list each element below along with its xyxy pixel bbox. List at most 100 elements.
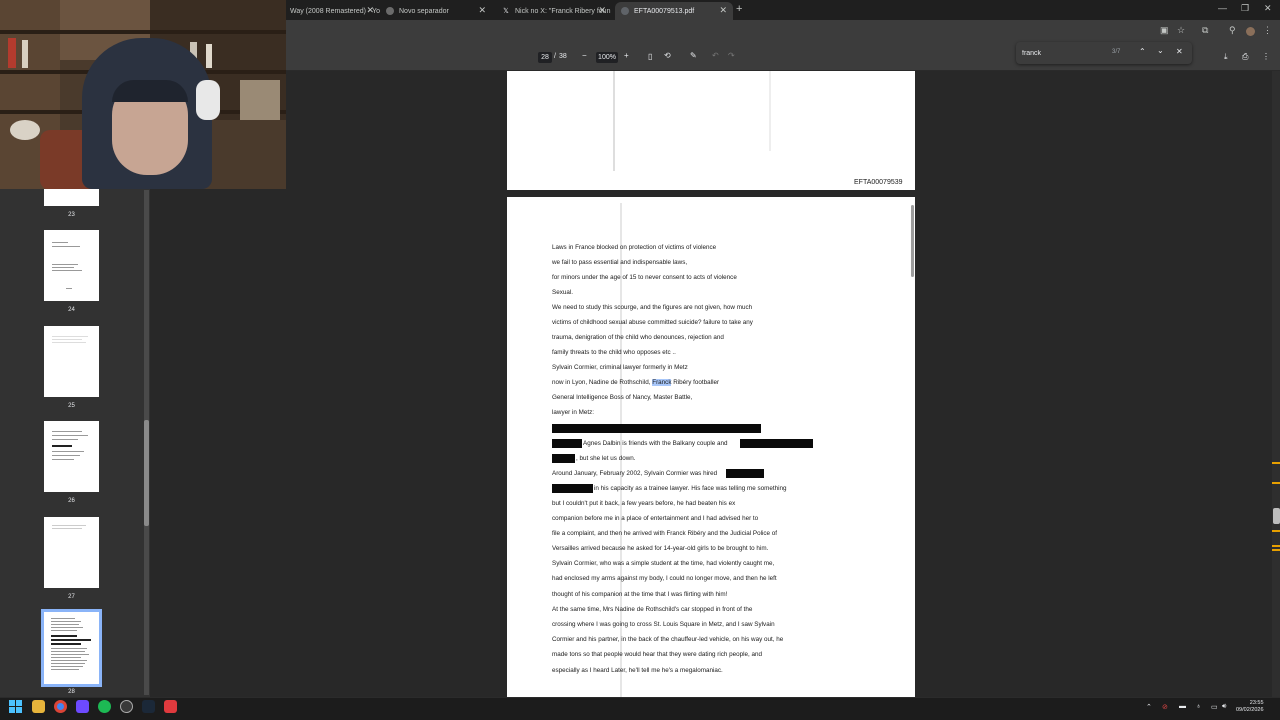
taskbar-clock[interactable]: 23:55 09/02/2026 bbox=[1236, 700, 1264, 714]
close-window-icon[interactable]: ✕ bbox=[1264, 3, 1272, 14]
document-line: we fail to pass essential and indispensa… bbox=[552, 259, 688, 266]
tab-label: EFTA00079513.pdf bbox=[634, 7, 695, 15]
zoom-out-icon[interactable]: − bbox=[582, 51, 587, 60]
spotify-icon[interactable] bbox=[98, 700, 111, 713]
bookmark-star-icon[interactable]: ☆ bbox=[1177, 25, 1185, 36]
document-line: family threats to the child who opposes … bbox=[552, 349, 676, 356]
thumbnail-page-26[interactable] bbox=[44, 421, 99, 492]
document-line: Sylvain Cormier, criminal lawyer formerl… bbox=[552, 364, 688, 371]
pdf-page-27 bbox=[507, 71, 915, 190]
fit-page-icon[interactable]: ▯ bbox=[648, 52, 652, 61]
download-icon[interactable]: ⤓ bbox=[1224, 52, 1228, 62]
sidebar-scroll-thumb[interactable] bbox=[144, 420, 149, 526]
volume-icon[interactable]: 🔊︎ bbox=[1222, 703, 1226, 711]
viewer-scroll-thumb[interactable] bbox=[1273, 508, 1280, 524]
document-line: thought of his companion at the time tha… bbox=[552, 591, 728, 598]
zoom-input[interactable]: 100% bbox=[596, 52, 618, 63]
messenger-icon[interactable] bbox=[76, 700, 89, 713]
tab-label: Nick no X: "Franck Ribery foun bbox=[515, 7, 611, 15]
pocket-icon[interactable] bbox=[164, 700, 177, 713]
find-count: 3/7 bbox=[1112, 49, 1121, 55]
tab-new[interactable]: Novo separador ✕ bbox=[380, 2, 492, 20]
close-icon[interactable]: ✕ bbox=[719, 5, 727, 16]
redaction-bar bbox=[552, 424, 761, 433]
document-line: now in Lyon, Nadine de Rothschild, Franc… bbox=[552, 379, 719, 387]
thumbnail-label: 27 bbox=[68, 594, 75, 600]
windows-start-icon[interactable] bbox=[9, 700, 22, 713]
tray-chevron-icon[interactable]: ⌃ bbox=[1146, 703, 1152, 711]
thumbnail-page-28[interactable] bbox=[41, 609, 102, 687]
zoom-in-icon[interactable]: + bbox=[624, 51, 629, 60]
file-explorer-icon[interactable] bbox=[32, 700, 45, 713]
undo-icon[interactable]: ↶ bbox=[712, 51, 719, 60]
redaction-bar bbox=[552, 439, 582, 448]
clock-time: 23:55 bbox=[1249, 700, 1264, 706]
close-icon[interactable]: ✕ bbox=[366, 5, 374, 16]
obs-icon[interactable] bbox=[120, 700, 133, 713]
thumbnail-page-25[interactable] bbox=[44, 326, 99, 397]
thumbnail-label: 28 bbox=[68, 689, 75, 695]
document-line: especially as I heard Later, he'll tell … bbox=[552, 667, 723, 674]
minimize-icon[interactable]: — bbox=[1218, 3, 1227, 13]
tab-label: Novo separador bbox=[399, 7, 449, 15]
new-tab-button[interactable]: + bbox=[736, 3, 742, 15]
document-line: , but she let us down. bbox=[576, 455, 636, 462]
avatar[interactable] bbox=[1246, 27, 1255, 36]
thumbnail-label: 23 bbox=[68, 212, 75, 218]
document-line: Sexual. bbox=[552, 289, 574, 296]
thumbnail-label: 25 bbox=[68, 403, 75, 409]
tray-antivirus-icon[interactable]: ⊘ bbox=[1162, 703, 1168, 711]
extension-icon[interactable]: ▣ bbox=[1160, 25, 1169, 36]
thumbnail-page-27[interactable] bbox=[44, 517, 99, 588]
thumbnail-label: 26 bbox=[68, 498, 75, 504]
document-line: made tons so that people would hear that… bbox=[552, 651, 763, 658]
tray-app-icon[interactable]: ▬ bbox=[1179, 703, 1186, 710]
close-icon[interactable]: ✕ bbox=[598, 5, 606, 16]
document-line: We need to study this scourge, and the f… bbox=[552, 304, 753, 311]
viewer-scrollbar[interactable] bbox=[1272, 71, 1280, 697]
steam-icon[interactable] bbox=[142, 700, 155, 713]
network-icon[interactable]: ▭ bbox=[1211, 703, 1218, 711]
redo-icon[interactable]: ↷ bbox=[728, 51, 735, 60]
sidepanel-icon[interactable]: ⧉ bbox=[1202, 25, 1208, 36]
document-line: had enclosed my arms against my body, I … bbox=[552, 575, 777, 582]
clock-date: 09/02/2026 bbox=[1236, 707, 1264, 713]
x-icon: 𝕏 bbox=[503, 8, 509, 15]
document-line: victims of childhood sexual abuse commit… bbox=[552, 319, 753, 326]
page-bates-number: EFTA00079539 bbox=[854, 179, 903, 186]
document-line: crossing where I was going to cross St. … bbox=[552, 621, 775, 628]
tab-youtube[interactable]: Way (2008 Remastered) - Yo ✕ bbox=[284, 2, 380, 20]
menu-icon[interactable]: ⋮ bbox=[1263, 25, 1272, 36]
page-separator: / bbox=[554, 53, 556, 60]
thumbnail-page-23[interactable] bbox=[44, 188, 99, 206]
search-match-marker bbox=[1272, 482, 1280, 484]
close-icon[interactable]: ✕ bbox=[478, 5, 486, 16]
search-match-marker bbox=[1272, 530, 1280, 532]
annotate-icon[interactable]: ✎ bbox=[690, 51, 697, 60]
more-options-icon[interactable]: ⋮ bbox=[1262, 52, 1270, 61]
extensions-puzzle-icon[interactable]: ⚲ bbox=[1229, 25, 1236, 36]
restore-icon[interactable]: ❐ bbox=[1241, 3, 1249, 14]
print-icon[interactable]: ⎙ bbox=[1242, 52, 1248, 62]
redaction-bar bbox=[740, 439, 813, 448]
document-line: At the same time, Mrs Nadine de Rothschi… bbox=[552, 606, 753, 613]
microphone-icon[interactable]: ♁ bbox=[1196, 703, 1201, 710]
thumbnail-label: 24 bbox=[68, 307, 75, 313]
find-close-icon[interactable]: ✕ bbox=[1176, 47, 1183, 56]
find-input[interactable] bbox=[1022, 47, 1102, 59]
webcam-overlay bbox=[0, 0, 286, 189]
thumbnail-page-24[interactable] bbox=[44, 230, 99, 301]
tab-pdf[interactable]: EFTA00079513.pdf ✕ bbox=[615, 2, 733, 20]
redaction-bar bbox=[552, 484, 593, 493]
find-next-icon[interactable]: ⌄ bbox=[1157, 46, 1164, 55]
line-text: Ribéry footballer bbox=[673, 379, 720, 386]
search-match-marker bbox=[1272, 549, 1280, 551]
taskbar bbox=[0, 697, 1280, 720]
rotate-icon[interactable]: ⟲ bbox=[664, 51, 671, 60]
document-line: for minors under the age of 15 to never … bbox=[552, 274, 737, 281]
chrome-icon[interactable] bbox=[54, 700, 67, 713]
page-number-input[interactable]: 28 bbox=[538, 52, 552, 63]
tab-x[interactable]: 𝕏 Nick no X: "Franck Ribery foun ✕ bbox=[496, 2, 612, 20]
find-previous-icon[interactable]: ⌃ bbox=[1139, 47, 1146, 56]
search-match-marker bbox=[1272, 545, 1280, 547]
